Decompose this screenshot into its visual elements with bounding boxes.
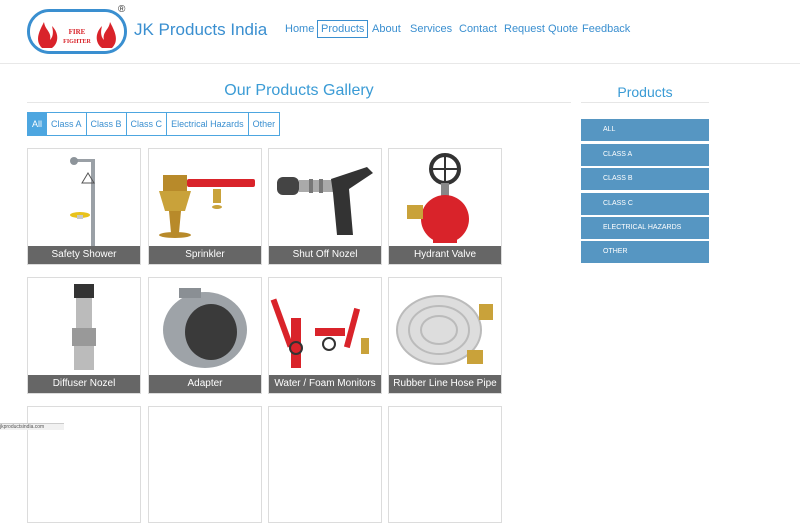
nav-request-quote[interactable]: Request Quote xyxy=(500,20,582,38)
gallery-title: Our Products Gallery xyxy=(224,82,374,99)
filter-electrical-hazards[interactable]: Electrical Hazards xyxy=(167,112,249,136)
sidebar-item-class-b[interactable]: CLASS B xyxy=(581,168,709,190)
nav-about[interactable]: About xyxy=(368,20,405,38)
sprinkler-image xyxy=(159,175,255,238)
svg-text:FIGHTER: FIGHTER xyxy=(63,39,91,45)
nav-home[interactable]: Home xyxy=(281,20,318,38)
nav-feedback[interactable]: Feedback xyxy=(578,20,634,38)
filter-class-a[interactable]: Class A xyxy=(47,112,87,136)
product-card[interactable] xyxy=(148,406,262,523)
product-caption: Safety Shower xyxy=(28,246,140,264)
filter-other[interactable]: Other xyxy=(248,112,281,136)
product-caption: Rubber Line Hose Pipe xyxy=(389,375,501,393)
hose-pipe-image xyxy=(396,295,493,365)
product-card[interactable]: Diffuser Nozel xyxy=(27,277,141,394)
sidebar-item-class-c[interactable]: CLASS C xyxy=(581,193,709,215)
product-card[interactable]: Shut Off Nozel xyxy=(268,148,382,265)
sidebar-item-other[interactable]: OTHER xyxy=(581,241,709,263)
shut-off-nozzle-image xyxy=(277,167,373,235)
sidebar-item-electrical-hazards[interactable]: ELECTRICAL HAZARDS xyxy=(581,217,709,239)
site-header: FIRE FIGHTER ® JK Products India Home Pr… xyxy=(0,0,800,64)
product-caption: Sprinkler xyxy=(149,246,261,264)
safety-shower-image xyxy=(70,157,95,247)
product-caption: Hydrant Valve xyxy=(389,246,501,264)
hydrant-valve-image xyxy=(407,153,469,243)
product-card[interactable] xyxy=(388,406,502,523)
adapter-image xyxy=(163,288,247,368)
filter-all[interactable]: All xyxy=(27,112,48,136)
filter-class-c[interactable]: Class C xyxy=(126,112,168,136)
brand-name[interactable]: JK Products India xyxy=(134,20,267,40)
product-caption: Shut Off Nozel xyxy=(269,246,381,264)
product-caption: Diffuser Nozel xyxy=(28,375,140,393)
product-caption: Water / Foam Monitors xyxy=(269,375,381,393)
product-card[interactable]: Rubber Line Hose Pipe xyxy=(388,277,502,394)
diffuser-nozzle-image xyxy=(72,284,96,370)
nav-services[interactable]: Services xyxy=(406,20,456,38)
product-card[interactable]: Water / Foam Monitors xyxy=(268,277,382,394)
nav-contact[interactable]: Contact xyxy=(455,20,501,38)
filter-bar: All Class A Class B Class C Electrical H… xyxy=(27,112,281,136)
fire-fighter-logo[interactable]: FIRE FIGHTER xyxy=(27,9,127,54)
gallery-divider xyxy=(27,102,571,103)
sidebar-item-all[interactable]: ALL xyxy=(581,119,709,141)
product-card[interactable]: Safety Shower xyxy=(27,148,141,265)
sidebar-divider xyxy=(581,102,709,103)
registered-mark: ® xyxy=(118,4,126,15)
sidebar-item-class-a[interactable]: CLASS A xyxy=(581,144,709,166)
foam-monitor-image xyxy=(270,298,369,368)
product-card[interactable]: Hydrant Valve xyxy=(388,148,502,265)
sidebar-title: Products xyxy=(617,84,673,100)
product-caption: Adapter xyxy=(149,375,261,393)
product-card[interactable]: Sprinkler xyxy=(148,148,262,265)
filter-class-b[interactable]: Class B xyxy=(86,112,127,136)
nav-products[interactable]: Products xyxy=(317,20,369,38)
svg-text:FIRE: FIRE xyxy=(69,28,86,36)
product-card[interactable] xyxy=(268,406,382,523)
product-card[interactable]: Adapter xyxy=(148,277,262,394)
